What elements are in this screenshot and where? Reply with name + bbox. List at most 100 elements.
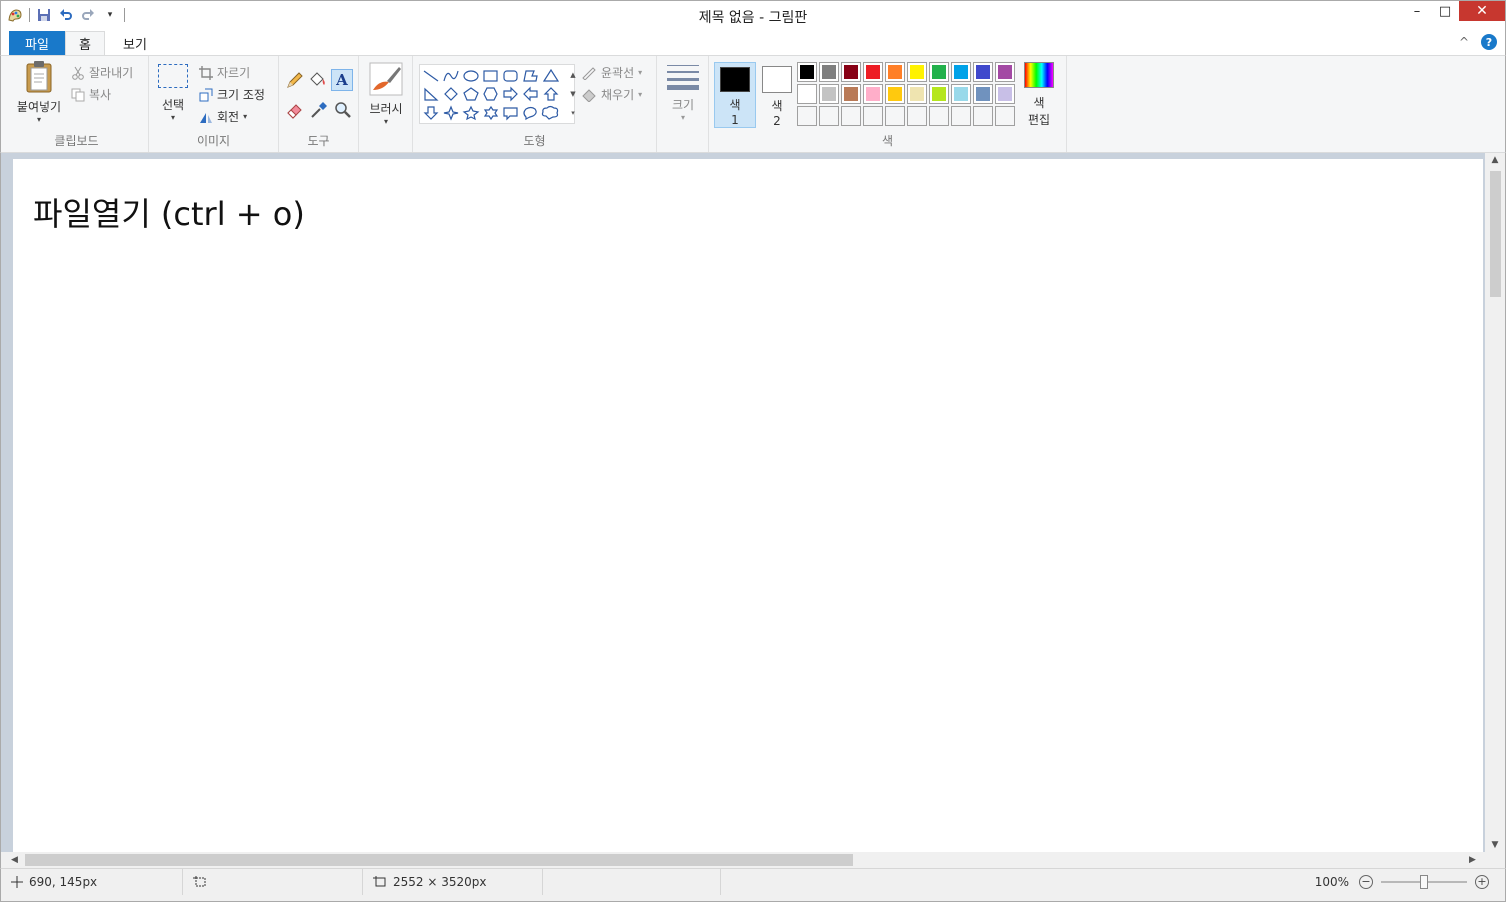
size-button[interactable]: 크기 ▾ (663, 62, 703, 128)
shapes-scroll[interactable]: ▲ ▼ ▾ (568, 65, 578, 123)
color-picker-tool[interactable] (309, 100, 329, 120)
vertical-scrollbar[interactable]: ▲ ▼ (1485, 153, 1505, 852)
six-point-star-shape-icon (483, 105, 499, 121)
palette-color-swatch[interactable] (929, 84, 949, 104)
five-point-star-shape-icon (462, 105, 480, 121)
pencil-tool[interactable] (285, 70, 305, 90)
palette-color-swatch[interactable] (863, 84, 883, 104)
cursor-position: 690, 145px (1, 869, 183, 895)
image-size-icon (373, 876, 386, 887)
rotate-label: 회전 (217, 110, 240, 124)
scroll-right-arrow-icon[interactable]: ▶ (1469, 852, 1476, 868)
fill-button[interactable]: 채우기 ▾ (581, 86, 642, 103)
eyedropper-icon (311, 102, 327, 118)
custom-color-slot[interactable] (973, 106, 993, 126)
zoom-slider-knob[interactable] (1420, 875, 1428, 889)
palette-color-swatch[interactable] (907, 84, 927, 104)
custom-color-slot[interactable] (797, 106, 817, 126)
copy-button[interactable]: 복사 (71, 86, 111, 103)
horizontal-scrollbar[interactable]: ◀ ▶ (0, 852, 1506, 868)
status-bar: 690, 145px 2552 × 3520px 100% − + (0, 868, 1506, 902)
shapes-gallery[interactable]: ▲ ▼ ▾ (419, 64, 578, 124)
horizontal-scroll-thumb[interactable] (25, 854, 853, 866)
canvas-text: 파일열기 (ctrl + o) (33, 195, 305, 233)
maximize-button[interactable]: □ (1431, 1, 1459, 21)
scroll-up-icon[interactable]: ▲ (570, 71, 575, 79)
minimize-button[interactable]: – (1403, 1, 1431, 21)
cut-icon (72, 66, 84, 80)
palette-color-swatch[interactable] (929, 62, 949, 82)
palette-color-swatch[interactable] (863, 62, 883, 82)
palette-color-swatch[interactable] (973, 62, 993, 82)
paste-button[interactable]: 붙여넣기 ▾ (11, 60, 67, 130)
palette-color-swatch[interactable] (951, 62, 971, 82)
zoom-level-text: 100% (1314, 875, 1349, 889)
zoom-out-button[interactable]: − (1359, 875, 1373, 889)
rounded-callout-shape-icon (503, 107, 518, 121)
palette-color-swatch[interactable] (907, 62, 927, 82)
palette-color-swatch[interactable] (841, 84, 861, 104)
tab-file[interactable]: 파일 (9, 31, 65, 55)
custom-color-slot[interactable] (951, 106, 971, 126)
cursor-position-text: 690, 145px (29, 875, 98, 889)
zoom-in-button[interactable]: + (1475, 875, 1489, 889)
scroll-down-arrow-icon[interactable]: ▼ (1485, 840, 1505, 850)
color-palette (797, 62, 1015, 126)
fill-tool[interactable] (307, 70, 327, 90)
shapes-group: ▲ ▼ ▾ 윤곽선 ▾ 채우기 ▾ 도형 (413, 56, 657, 152)
custom-color-slot[interactable] (819, 106, 839, 126)
palette-color-swatch[interactable] (885, 84, 905, 104)
palette-color-swatch[interactable] (885, 62, 905, 82)
tab-view[interactable]: 보기 (111, 31, 159, 55)
custom-color-slot[interactable] (885, 106, 905, 126)
palette-color-swatch[interactable] (973, 84, 993, 104)
cut-button[interactable]: 잘라내기 (71, 64, 133, 81)
scroll-left-arrow-icon[interactable]: ◀ (11, 852, 18, 868)
custom-color-slot[interactable] (841, 106, 861, 126)
scroll-down-icon[interactable]: ▼ (570, 90, 575, 98)
color1-button[interactable]: 색 1 (714, 62, 756, 128)
palette-color-swatch[interactable] (819, 62, 839, 82)
scroll-up-arrow-icon[interactable]: ▲ (1485, 155, 1505, 165)
select-dropdown-icon: ▾ (170, 113, 175, 122)
custom-color-slot[interactable] (907, 106, 927, 126)
palette-color-swatch[interactable] (841, 62, 861, 82)
cut-label: 잘라내기 (89, 66, 134, 80)
eraser-tool[interactable] (285, 100, 305, 120)
more-shapes-icon[interactable]: ▾ (571, 109, 575, 117)
size-dropdown-icon: ▾ (680, 113, 685, 122)
close-button[interactable]: ✕ (1459, 1, 1505, 21)
zoom-slider[interactable] (1381, 875, 1467, 889)
palette-color-swatch[interactable] (995, 62, 1015, 82)
palette-color-swatch[interactable] (797, 84, 817, 104)
select-button[interactable]: 선택 ▾ (155, 64, 191, 130)
palette-color-swatch[interactable] (951, 84, 971, 104)
custom-color-slot[interactable] (995, 106, 1015, 126)
color2-button[interactable]: 색 2 (756, 62, 798, 128)
text-tool[interactable]: A (331, 69, 353, 91)
vertical-scroll-thumb[interactable] (1490, 171, 1501, 297)
ribbon-tabs: 파일 홈 보기 ^ ? (0, 30, 1506, 55)
palette-color-swatch[interactable] (797, 62, 817, 82)
brushes-label: 브러시 (369, 102, 403, 116)
fill-dropdown-icon: ▾ (638, 90, 643, 99)
custom-color-slot[interactable] (863, 106, 883, 126)
outline-button[interactable]: 윤곽선 ▾ (581, 64, 642, 81)
window-title: 제목 없음 - 그림판 (698, 10, 808, 26)
custom-color-slot[interactable] (929, 106, 949, 126)
magnifier-tool[interactable] (333, 100, 353, 120)
palette-color-swatch[interactable] (995, 84, 1015, 104)
palette-color-swatch[interactable] (819, 84, 839, 104)
resize-label: 크기 조정 (217, 88, 265, 102)
edit-colors-button[interactable]: 색 편집 (1021, 62, 1057, 128)
brushes-button[interactable]: 브러시 ▾ (365, 62, 407, 128)
ribbon: 붙여넣기 ▾ 잘라내기 복사 클립보드 선택 ▾ 자르기 크기 조정 회전 ▾ … (0, 55, 1506, 153)
help-icon[interactable]: ? (1481, 34, 1497, 50)
crop-button[interactable]: 자르기 (199, 64, 250, 81)
rotate-button[interactable]: 회전 ▾ (199, 108, 247, 125)
resize-button[interactable]: 크기 조정 (199, 86, 265, 103)
drawing-canvas[interactable]: 파일열기 (ctrl + o) (13, 159, 1483, 852)
oval-callout-shape-icon (523, 106, 537, 121)
collapse-ribbon-icon[interactable]: ^ (1459, 35, 1469, 49)
tab-home[interactable]: 홈 (65, 31, 105, 55)
